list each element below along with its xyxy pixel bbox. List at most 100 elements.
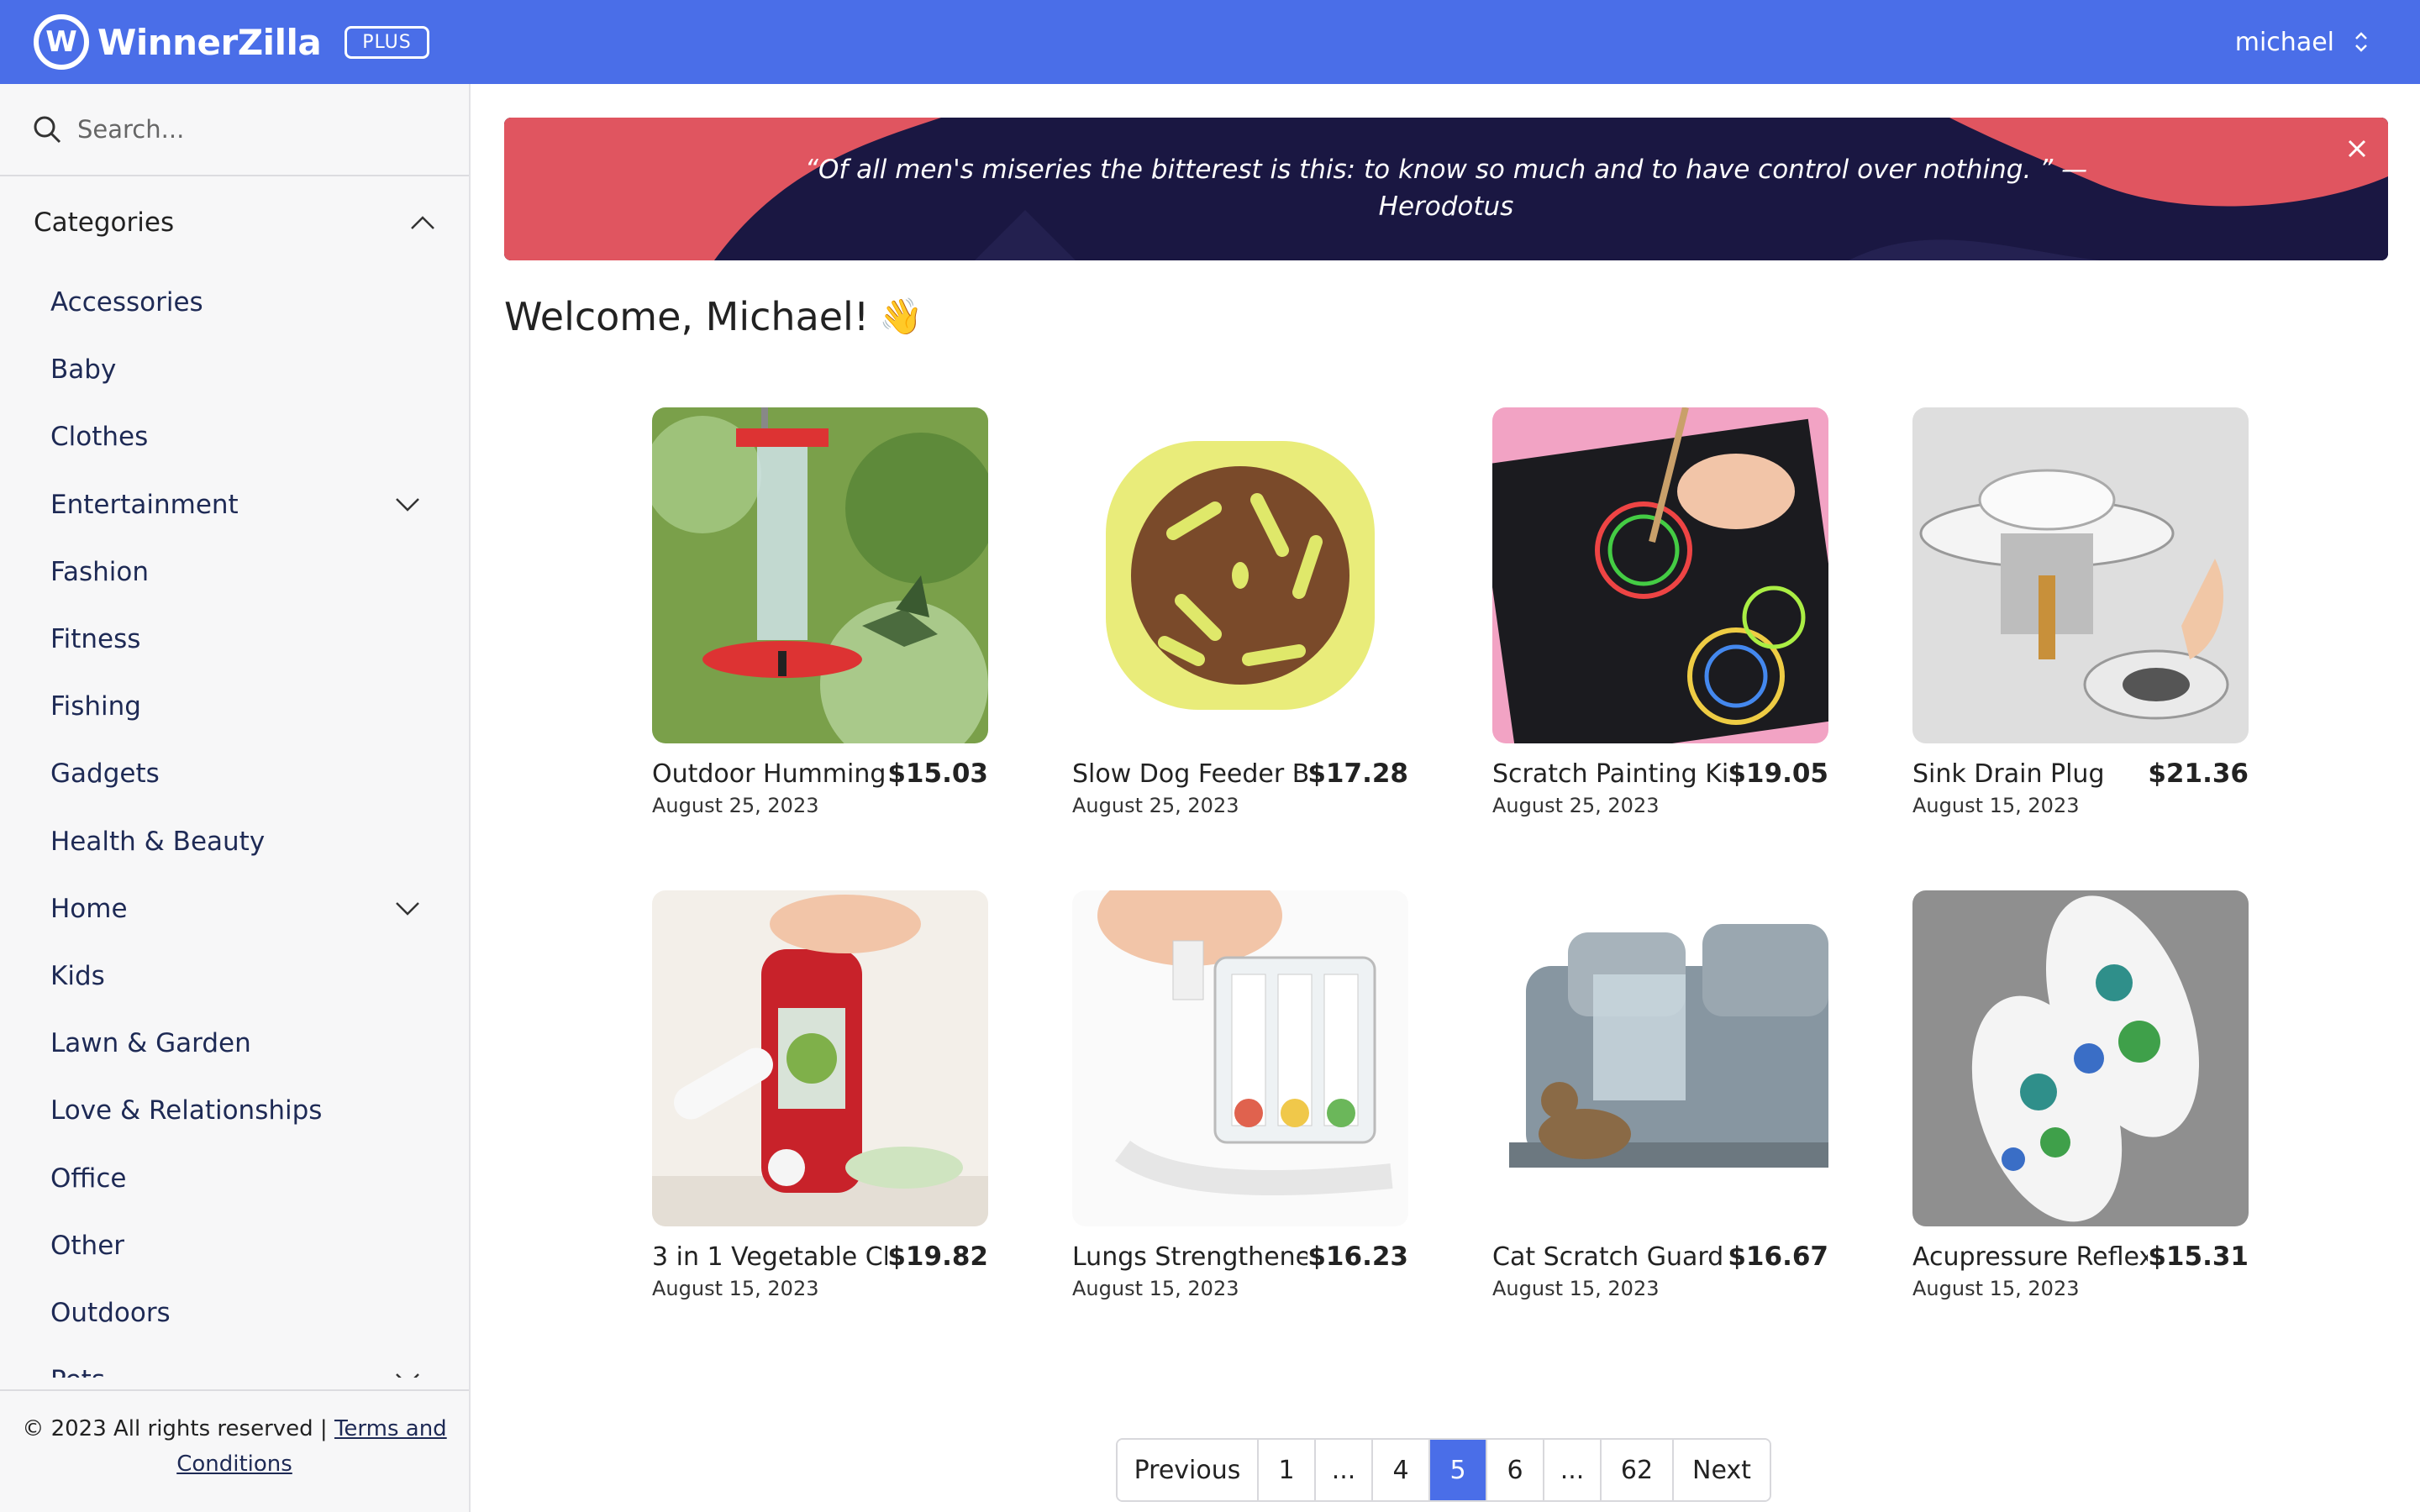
brand-name: WinnerZilla — [97, 21, 322, 63]
next-page-button[interactable]: Next — [1674, 1440, 1770, 1500]
brand-logo[interactable]: W WinnerZilla PLUS — [34, 14, 429, 70]
product-image[interactable] — [652, 407, 988, 743]
categories-toggle[interactable]: Categories — [0, 176, 469, 269]
product-image[interactable] — [652, 890, 988, 1226]
sidebar-item-pets[interactable]: Pets — [0, 1347, 469, 1378]
page-button[interactable]: 5 — [1430, 1440, 1487, 1500]
product-date: August 15, 2023 — [1912, 1277, 2080, 1300]
sidebar-footer: © 2023 All rights reserved | Terms and C… — [0, 1389, 469, 1512]
product-card[interactable]: Scratch Painting Kits $19.05 August 25, 20… — [1492, 407, 1828, 817]
sidebar-item-label: Office — [50, 1163, 127, 1194]
sidebar-item-gadgets[interactable]: Gadgets — [0, 740, 469, 807]
sidebar-item-love-relationships[interactable]: Love & Relationships — [0, 1077, 469, 1144]
product-name[interactable]: Cat Scratch Guard — [1492, 1242, 1728, 1272]
sidebar-item-label: Fishing — [50, 691, 141, 722]
sidebar-item-fishing[interactable]: Fishing — [0, 673, 469, 740]
product-price: $15.03 — [887, 759, 988, 789]
product-image[interactable] — [1072, 890, 1408, 1226]
sidebar-item-entertainment[interactable]: Entertainment — [0, 471, 469, 538]
sidebar-item-label: Home — [50, 893, 128, 924]
user-menu[interactable]: michael — [2235, 0, 2370, 84]
sidebar-item-baby[interactable]: Baby — [0, 336, 469, 403]
page-button[interactable]: 1 — [1259, 1440, 1316, 1500]
search-input[interactable] — [77, 115, 430, 144]
pagination: Previous 1... 4 5 6... 62 Next — [1116, 1438, 1771, 1502]
sidebar-item-health-beauty[interactable]: Health & Beauty — [0, 808, 469, 875]
welcome-heading: Welcome, Michael! 👋 — [504, 294, 923, 339]
quote-text: “Of all men's miseries the bitterest is … — [804, 155, 2088, 222]
product-price: $16.67 — [1728, 1242, 1828, 1272]
product-name[interactable]: Scratch Painting Kits — [1492, 759, 1728, 789]
top-navbar: W WinnerZilla PLUS michael — [0, 0, 2420, 84]
sidebar-item-label: Entertainment — [50, 489, 239, 520]
product-name[interactable]: Slow Dog Feeder Bowl — [1072, 759, 1307, 789]
sidebar-item-label: Lawn & Garden — [50, 1028, 251, 1059]
product-name[interactable]: Lungs Strengthener — [1072, 1242, 1307, 1272]
plus-badge: PLUS — [345, 25, 429, 59]
product-price: $19.05 — [1728, 759, 1828, 789]
product-price: $16.23 — [1307, 1242, 1408, 1272]
sidebar-item-fashion[interactable]: Fashion — [0, 538, 469, 606]
product-date: August 15, 2023 — [652, 1277, 819, 1300]
product-card[interactable]: Acupressure Reflexology Socks$15.31 Augus… — [1912, 890, 2249, 1300]
product-name[interactable]: Outdoor Hummingbird Feeder — [652, 759, 887, 789]
close-icon[interactable] — [2343, 134, 2371, 163]
sidebar-item-label: Baby — [50, 354, 117, 386]
product-image[interactable] — [1912, 890, 2249, 1226]
sidebar-item-label: Fashion — [50, 556, 150, 587]
product-price: $19.82 — [887, 1242, 988, 1272]
page-button[interactable]: 62 — [1602, 1440, 1674, 1500]
sidebar-item-kids[interactable]: Kids — [0, 942, 469, 1010]
page-button[interactable]: 6 — [1487, 1440, 1544, 1500]
search-bar — [0, 84, 469, 176]
search-icon — [34, 116, 61, 144]
sidebar-item-clothes[interactable]: Clothes — [0, 403, 469, 470]
sidebar-item-label: Pets — [50, 1365, 105, 1378]
product-card[interactable]: Lungs Strengthener $16.23 August 15, 2023 — [1072, 890, 1408, 1300]
logo-icon: W — [34, 14, 89, 70]
product-name[interactable]: Acupressure Reflexology Socks — [1912, 1242, 2148, 1272]
product-date: August 15, 2023 — [1492, 1277, 1660, 1300]
chevron-down-icon[interactable] — [395, 901, 420, 916]
page-ellipsis: ... — [1544, 1440, 1602, 1500]
sidebar-item-fitness[interactable]: Fitness — [0, 606, 469, 673]
product-date: August 25, 2023 — [1072, 794, 1239, 817]
sidebar-item-label: Clothes — [50, 422, 149, 453]
product-image[interactable] — [1492, 890, 1828, 1226]
categories-title: Categories — [34, 207, 175, 238]
product-card[interactable]: Sink Drain Plug $21.36 August 15, 2023 — [1912, 407, 2249, 817]
product-name[interactable]: 3 in 1 Vegetable Chopper — [652, 1242, 887, 1272]
chevron-up-icon — [411, 216, 434, 229]
chevron-down-icon[interactable] — [395, 497, 420, 512]
chevron-up-down-icon — [2353, 30, 2370, 54]
sidebar-item-label: Fitness — [50, 624, 141, 655]
wave-emoji: 👋 — [879, 296, 923, 337]
product-date: August 25, 2023 — [652, 794, 819, 817]
sidebar-item-lawn-garden[interactable]: Lawn & Garden — [0, 1010, 469, 1077]
sidebar-item-office[interactable]: Office — [0, 1144, 469, 1211]
sidebar-item-label: Love & Relationships — [50, 1095, 323, 1126]
quote-banner: “Of all men's miseries the bitterest is … — [504, 118, 2388, 260]
sidebar-item-label: Other — [50, 1230, 125, 1261]
sidebar-item-label: Gadgets — [50, 759, 160, 790]
product-name[interactable]: Sink Drain Plug — [1912, 759, 2148, 789]
username: michael — [2234, 27, 2334, 57]
product-image[interactable] — [1912, 407, 2249, 743]
sidebar-item-home[interactable]: Home — [0, 875, 469, 942]
page-button[interactable]: 4 — [1373, 1440, 1430, 1500]
product-card[interactable]: Slow Dog Feeder Bowl$17.28 August 25, 202… — [1072, 407, 1408, 817]
product-price: $21.36 — [2148, 759, 2249, 789]
product-image[interactable] — [1492, 407, 1828, 743]
main-content: “Of all men's miseries the bitterest is … — [472, 84, 2420, 1512]
chevron-down-icon[interactable] — [395, 1373, 420, 1378]
product-image[interactable] — [1072, 407, 1408, 743]
sidebar-item-label: Health & Beauty — [50, 826, 266, 857]
previous-page-button[interactable]: Previous — [1118, 1440, 1259, 1500]
product-card[interactable]: Cat Scratch Guard $16.67 August 15, 2023 — [1492, 890, 1828, 1300]
product-card[interactable]: Outdoor Hummingbird Feeder$15.03 August 2… — [652, 407, 988, 817]
product-card[interactable]: 3 in 1 Vegetable Chopper$19.82 August 15,… — [652, 890, 988, 1300]
product-date: August 25, 2023 — [1492, 794, 1660, 817]
sidebar-item-accessories[interactable]: Accessories — [0, 269, 469, 336]
sidebar-item-outdoors[interactable]: Outdoors — [0, 1279, 469, 1347]
sidebar-item-other[interactable]: Other — [0, 1212, 469, 1279]
